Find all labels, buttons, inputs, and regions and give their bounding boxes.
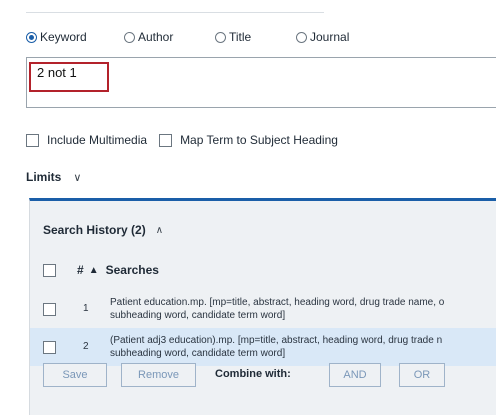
row-search-line2: subheading word, candidate term word]	[110, 310, 286, 321]
select-all-checkbox[interactable]	[43, 263, 56, 277]
row-search-text: Patient education.mp. [mp=title, abstrac…	[110, 296, 496, 322]
radio-journal-label: Journal	[310, 30, 350, 44]
top-divider	[26, 12, 324, 13]
row-search-text: (Patient adj3 education).mp. [mp=title, …	[110, 334, 496, 360]
radio-keyword-label: Keyword	[40, 30, 87, 44]
map-term-label: Map Term to Subject Heading	[180, 133, 338, 147]
column-searches-header: Searches	[105, 263, 159, 277]
and-button[interactable]: AND	[329, 363, 381, 387]
chevron-down-icon: ∨	[73, 171, 82, 184]
save-button[interactable]: Save	[43, 363, 107, 387]
radio-title[interactable]: Title	[215, 30, 251, 44]
row-search-line1: (Patient adj3 education).mp. [mp=title, …	[110, 335, 443, 346]
history-header-row: # ▲ Searches	[43, 263, 159, 277]
search-input[interactable]: 2 not 1	[26, 57, 496, 108]
map-term-option[interactable]: Map Term to Subject Heading	[159, 133, 338, 147]
search-history-toggle[interactable]: Search History (2) ∧	[43, 223, 163, 237]
radio-title-indicator[interactable]	[215, 31, 226, 43]
row-search-line2: subheading word, candidate term word]	[110, 348, 286, 359]
remove-button[interactable]: Remove	[121, 363, 196, 387]
radio-title-label: Title	[229, 30, 252, 44]
table-row: 2 (Patient adj3 education).mp. [mp=title…	[30, 328, 496, 366]
search-query-text: 2 not 1	[37, 65, 77, 80]
limits-toggle[interactable]: Limits ∨	[26, 170, 81, 184]
radio-journal-indicator[interactable]	[296, 31, 307, 43]
search-history-panel: Search History (2) ∧ # ▲ Searches 1 Pati…	[29, 198, 496, 415]
include-multimedia-option[interactable]: Include Multimedia	[26, 133, 147, 147]
search-type-radio-group: Keyword Author Title Journal	[26, 30, 496, 46]
radio-keyword-indicator[interactable]	[26, 31, 37, 43]
search-history-title: Search History (2)	[43, 223, 146, 237]
chevron-up-icon: ∧	[155, 224, 164, 236]
combine-with-label: Combine with:	[215, 368, 291, 380]
include-multimedia-checkbox[interactable]	[26, 133, 39, 147]
limits-label: Limits	[26, 170, 62, 184]
radio-author-indicator[interactable]	[124, 31, 135, 43]
row-number: 2	[83, 341, 89, 352]
radio-author-label: Author	[138, 30, 174, 44]
row-number: 1	[83, 303, 89, 314]
sort-ascending-icon[interactable]: ▲	[89, 265, 99, 276]
column-number-header[interactable]: #	[77, 263, 84, 277]
search-options: Include Multimedia Map Term to Subject H…	[26, 131, 338, 149]
table-row: 1 Patient education.mp. [mp=title, abstr…	[30, 290, 496, 328]
row-checkbox[interactable]	[43, 303, 56, 316]
radio-journal[interactable]: Journal	[296, 30, 349, 44]
radio-author[interactable]: Author	[124, 30, 173, 44]
row-search-line1: Patient education.mp. [mp=title, abstrac…	[110, 297, 445, 308]
map-term-checkbox[interactable]	[159, 133, 173, 147]
include-multimedia-label: Include Multimedia	[47, 133, 148, 147]
or-button[interactable]: OR	[399, 363, 445, 387]
row-checkbox[interactable]	[43, 341, 56, 354]
radio-keyword[interactable]: Keyword	[26, 30, 87, 44]
